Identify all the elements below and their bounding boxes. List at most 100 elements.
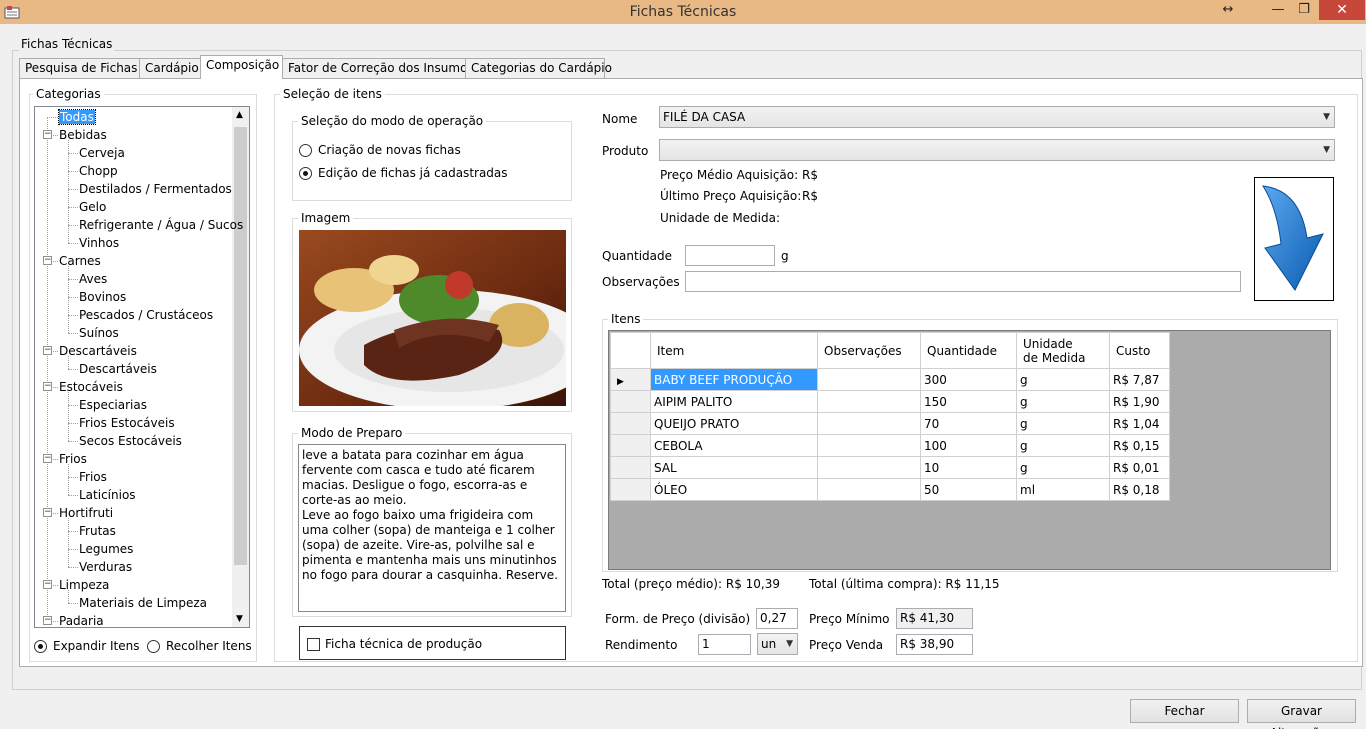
cell-quantidade[interactable]: 150 xyxy=(920,390,1017,413)
maximize-button[interactable]: ❐ xyxy=(1294,0,1314,20)
scroll-down-icon[interactable]: ▼ xyxy=(236,614,243,624)
tree-node-subcategory[interactable]: Refrigerante / Água / Sucos xyxy=(79,216,243,234)
collapse-icon[interactable]: − xyxy=(43,454,52,463)
form-preco-input[interactable]: 0,27 xyxy=(756,608,798,629)
items-grid[interactable]: Item Observações Quantidade Unidade de M… xyxy=(608,330,1331,570)
cell-item[interactable]: ÓLEO xyxy=(650,478,818,501)
table-row[interactable]: ▶ BABY BEEF PRODUÇÃO 300 g R$ 7,87 xyxy=(610,368,1170,391)
tree-node-subcategory[interactable]: Laticínios xyxy=(79,486,136,504)
table-row[interactable]: SAL 10 g R$ 0,01 xyxy=(610,456,1170,479)
cell-observacoes[interactable] xyxy=(817,456,921,479)
col-header-custo[interactable]: Custo xyxy=(1109,332,1170,369)
row-header[interactable] xyxy=(610,434,651,457)
cell-custo[interactable]: R$ 0,18 xyxy=(1109,478,1170,501)
cell-unidade[interactable]: g xyxy=(1016,412,1110,435)
cell-observacoes[interactable] xyxy=(817,368,921,391)
cell-item[interactable]: QUEIJO PRATO xyxy=(650,412,818,435)
row-header[interactable] xyxy=(610,390,651,413)
cell-custo[interactable]: R$ 0,01 xyxy=(1109,456,1170,479)
nome-combobox[interactable]: FILÉ DA CASA ▼ xyxy=(659,106,1335,128)
cell-unidade[interactable]: ml xyxy=(1016,478,1110,501)
col-header-quantidade[interactable]: Quantidade xyxy=(920,332,1017,369)
close-button[interactable]: Fechar xyxy=(1130,699,1239,723)
tree-node-subcategory[interactable]: Cerveja xyxy=(79,144,125,162)
mode-new-label[interactable]: Criação de novas fichas xyxy=(318,143,461,157)
close-window-button[interactable]: ✕ xyxy=(1319,0,1365,20)
collapse-icon[interactable]: − xyxy=(43,508,52,517)
tree-node-subcategory[interactable]: Verduras xyxy=(79,558,132,576)
tree-node-subcategory[interactable]: Suínos xyxy=(79,324,119,342)
mode-edit-label[interactable]: Edição de fichas já cadastradas xyxy=(318,166,508,180)
scroll-up-icon[interactable]: ▲ xyxy=(236,110,243,120)
cell-quantidade[interactable]: 10 xyxy=(920,456,1017,479)
tree-node-subcategory[interactable]: Bovinos xyxy=(79,288,126,306)
tab-composicao[interactable]: Composição xyxy=(200,55,283,79)
col-header-unidade[interactable]: Unidade de Medida xyxy=(1016,332,1110,369)
cell-unidade[interactable]: g xyxy=(1016,368,1110,391)
cell-observacoes[interactable] xyxy=(817,390,921,413)
cell-unidade[interactable]: g xyxy=(1016,390,1110,413)
cell-quantidade[interactable]: 100 xyxy=(920,434,1017,457)
cell-unidade[interactable]: g xyxy=(1016,434,1110,457)
table-row[interactable]: QUEIJO PRATO 70 g R$ 1,04 xyxy=(610,412,1170,435)
tree-node-subcategory[interactable]: Especiarias xyxy=(79,396,147,414)
cell-quantidade[interactable]: 70 xyxy=(920,412,1017,435)
tree-node-subcategory[interactable]: Materiais de Limpeza xyxy=(79,594,207,612)
tree-node-subcategory[interactable]: Descartáveis xyxy=(79,360,157,378)
tree-node-subcategory[interactable]: Secos Estocáveis xyxy=(79,432,182,450)
production-checkbox[interactable] xyxy=(307,638,320,651)
row-header[interactable] xyxy=(610,412,651,435)
add-item-button[interactable] xyxy=(1254,177,1334,301)
tree-node-subcategory[interactable]: Pescados / Crustáceos xyxy=(79,306,213,324)
cell-quantidade[interactable]: 300 xyxy=(920,368,1017,391)
cell-item[interactable]: AIPIM PALITO xyxy=(650,390,818,413)
cell-custo[interactable]: R$ 0,15 xyxy=(1109,434,1170,457)
tree-node-category[interactable]: Bebidas xyxy=(59,126,107,144)
collapse-items-label[interactable]: Recolher Itens xyxy=(166,639,252,653)
cell-observacoes[interactable] xyxy=(817,478,921,501)
tree-node-category[interactable]: Frios xyxy=(59,450,87,468)
resize-icon[interactable]: ↔ xyxy=(1218,0,1238,20)
tree-node-category[interactable]: Padaria xyxy=(59,612,104,627)
cell-item[interactable]: CEBOLA xyxy=(650,434,818,457)
tab-pesquisa-de-fichas[interactable]: Pesquisa de Fichas xyxy=(19,58,140,78)
cell-item[interactable]: SAL xyxy=(650,456,818,479)
collapse-icon[interactable]: − xyxy=(43,346,52,355)
cell-unidade[interactable]: g xyxy=(1016,456,1110,479)
row-header[interactable] xyxy=(610,456,651,479)
table-row[interactable]: CEBOLA 100 g R$ 0,15 xyxy=(610,434,1170,457)
collapse-icon[interactable]: − xyxy=(43,130,52,139)
mode-edit-radio[interactable] xyxy=(299,167,312,180)
preco-venda-input[interactable]: R$ 38,90 xyxy=(896,634,973,655)
tree-node-subcategory[interactable]: Aves xyxy=(79,270,107,288)
collapse-icon[interactable]: − xyxy=(43,580,52,589)
expand-items-radio[interactable] xyxy=(34,640,47,653)
rendimento-input[interactable]: 1 xyxy=(698,634,751,655)
prep-textarea[interactable]: leve a batata para cozinhar em água ferv… xyxy=(298,444,566,612)
tree-node-category[interactable]: Todas xyxy=(58,108,96,126)
cell-observacoes[interactable] xyxy=(817,412,921,435)
collapse-items-radio[interactable] xyxy=(147,640,160,653)
tree-node-subcategory[interactable]: Frios Estocáveis xyxy=(79,414,175,432)
tree-scrollbar[interactable]: ▲ ▼ xyxy=(232,107,249,627)
quantidade-input[interactable] xyxy=(685,245,775,266)
collapse-icon[interactable]: − xyxy=(43,256,52,265)
tree-node-subcategory[interactable]: Legumes xyxy=(79,540,133,558)
row-header[interactable]: ▶ xyxy=(610,368,651,391)
cell-custo[interactable]: R$ 7,87 xyxy=(1109,368,1170,391)
chevron-down-icon[interactable]: ▼ xyxy=(786,634,793,654)
tree-node-subcategory[interactable]: Chopp xyxy=(79,162,118,180)
tree-node-subcategory[interactable]: Frutas xyxy=(79,522,116,540)
collapse-icon[interactable]: − xyxy=(43,382,52,391)
tree-node-subcategory[interactable]: Destilados / Fermentados xyxy=(79,180,232,198)
tree-node-subcategory[interactable]: Gelo xyxy=(79,198,106,216)
rendimento-unit-combobox[interactable]: un ▼ xyxy=(757,633,798,655)
save-button[interactable]: Gravar Alterações xyxy=(1247,699,1356,729)
dish-photo[interactable] xyxy=(299,230,566,406)
chevron-down-icon[interactable]: ▼ xyxy=(1323,107,1330,127)
tab-cardapio[interactable]: Cardápio xyxy=(139,58,201,78)
cell-custo[interactable]: R$ 1,90 xyxy=(1109,390,1170,413)
scroll-thumb[interactable] xyxy=(234,127,247,565)
cell-custo[interactable]: R$ 1,04 xyxy=(1109,412,1170,435)
tree-node-category[interactable]: Carnes xyxy=(59,252,101,270)
